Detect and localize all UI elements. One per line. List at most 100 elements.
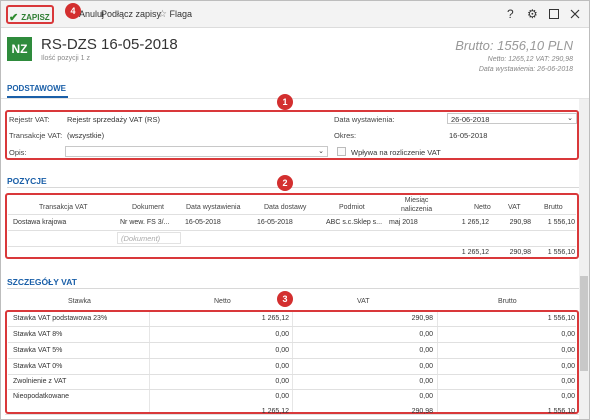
cell-transaction: Dostawa krajowa xyxy=(13,219,67,226)
col-header-entity[interactable]: Podmiot xyxy=(339,204,365,211)
positions-divider xyxy=(7,187,579,188)
vat-cell-rate: Stawka VAT 5% xyxy=(13,347,63,354)
vat-cell-netto: 0,00 xyxy=(275,331,289,338)
issue-date-label: Data wystawienia: xyxy=(334,115,395,124)
new-document-input[interactable]: (Dokument) xyxy=(117,232,181,244)
vat-col-header-netto[interactable]: Netto xyxy=(214,298,231,305)
vat-cell-rate: Zwolnienie z VAT xyxy=(13,378,67,385)
description-label: Opis: xyxy=(9,148,27,157)
vat-cell-vat: 0,00 xyxy=(419,393,433,400)
row-divider xyxy=(8,358,576,359)
checkmark-icon: ✔ xyxy=(9,12,19,24)
scrollbar-thumb[interactable] xyxy=(580,276,588,371)
cell-document: Nr wew. FS 3/... xyxy=(120,219,170,226)
row-divider xyxy=(8,374,576,375)
register-label: Rejestr VAT: xyxy=(9,115,50,124)
vat-col-divider xyxy=(149,312,150,412)
flag-button[interactable]: ☆ Flaga xyxy=(158,9,192,20)
item-count: Ilość pozycji 1 z xyxy=(41,55,91,62)
callout-badge-4: 4 xyxy=(65,3,81,19)
period-value: 16-05-2018 xyxy=(449,131,488,140)
vat-cell-rate: Stawka VAT 8% xyxy=(13,331,63,338)
vat-cell-netto: 0,00 xyxy=(275,393,289,400)
issue-date-field[interactable]: 26-06-2018 ⌄ xyxy=(447,113,577,124)
col-header-issue-date[interactable]: Data wystawienia xyxy=(186,204,240,211)
cell-month: maj 2018 xyxy=(389,219,418,226)
callout-badge-1: 1 xyxy=(277,94,293,110)
vat-cell-vat: 0,00 xyxy=(419,378,433,385)
cell-netto: 1 265,12 xyxy=(461,219,489,226)
vat-cell-netto: 0,00 xyxy=(275,378,289,385)
positions-section-title: POZYCJE xyxy=(7,176,47,186)
settlement-label: Wpływa na rozliczenie VAT xyxy=(351,148,441,157)
totals-divider xyxy=(8,246,576,247)
close-icon[interactable] xyxy=(570,8,580,22)
callout-badge-2: 2 xyxy=(277,175,293,191)
register-value: Rejestr sprzedaży VAT (RS) xyxy=(67,115,160,124)
save-button[interactable]: ✔ ZAPISZ xyxy=(9,10,50,24)
col-header-transaction[interactable]: Transakcja VAT xyxy=(39,204,88,211)
netto-vat-summary: Netto: 1265,12 VAT: 290,98 xyxy=(487,56,573,63)
period-label: Okres: xyxy=(334,131,357,140)
vat-cell-vat: 0,00 xyxy=(419,347,433,354)
vat-col-divider xyxy=(437,312,438,412)
vat-cell-brutto: 0,00 xyxy=(561,393,575,400)
col-header-brutto[interactable]: Brutto xyxy=(544,204,563,211)
vat-cell-netto: 0,00 xyxy=(275,347,289,354)
col-header-delivery-date[interactable]: Data dostawy xyxy=(264,204,306,211)
vat-cell-brutto: 0,00 xyxy=(561,331,575,338)
vertical-scrollbar[interactable] xyxy=(579,99,589,419)
vat-cell-brutto: 1 556,10 xyxy=(547,315,575,322)
vat-col-header-rate[interactable]: Stawka xyxy=(68,298,91,305)
vat-details-section-title: SZCZEGÓŁY VAT xyxy=(7,277,77,287)
total-vat: 290,98 xyxy=(509,249,531,256)
vat-cell-netto: 0,00 xyxy=(275,363,289,370)
row-divider xyxy=(8,230,576,231)
col-header-document[interactable]: Dokument xyxy=(132,204,164,211)
star-icon: ☆ xyxy=(158,9,167,20)
cell-issue-date: 16-05-2018 xyxy=(185,219,221,226)
settlement-checkbox[interactable] xyxy=(337,147,346,156)
totals-divider xyxy=(5,414,579,415)
tabs-divider xyxy=(1,98,589,99)
header-divider xyxy=(8,214,576,215)
vat-cell-brutto: 0,00 xyxy=(561,347,575,354)
positions-table-highlight xyxy=(5,193,579,259)
row-divider xyxy=(8,342,576,343)
vat-col-divider xyxy=(292,312,293,412)
total-netto: 1 265,12 xyxy=(461,249,489,256)
chevron-down-icon[interactable]: ⌄ xyxy=(567,114,573,122)
document-window: ✔ ZAPISZ Anuluj Podłącz zapisy ☆ Flaga ? … xyxy=(0,0,590,420)
vat-cell-rate: Stawka VAT podstawowa 23% xyxy=(13,315,108,322)
vat-cell-rate: Nieopodatkowane xyxy=(13,393,70,400)
col-header-netto[interactable]: Netto xyxy=(474,204,491,211)
vat-cell-vat: 0,00 xyxy=(419,363,433,370)
transactions-value: (wszystkie) xyxy=(67,131,105,140)
maximize-icon[interactable] xyxy=(549,8,559,22)
gear-icon[interactable]: ⚙ xyxy=(527,7,538,21)
vat-cell-brutto: 0,00 xyxy=(561,363,575,370)
brutto-total: Brutto: 1556,10 PLN xyxy=(455,38,573,53)
row-divider xyxy=(8,389,576,390)
issue-date-summary: Data wystawienia: 26-06-2018 xyxy=(478,66,573,73)
tab-podstawowe[interactable]: PODSTAWOWE xyxy=(7,84,66,93)
vat-total-netto: 1 265,12 xyxy=(261,408,289,415)
vat-col-header-brutto[interactable]: Brutto xyxy=(498,298,517,305)
total-brutto: 1 556,10 xyxy=(547,249,575,256)
cell-delivery-date: 16-05-2018 xyxy=(257,219,293,226)
row-divider xyxy=(8,326,576,327)
chevron-down-icon[interactable]: ⌄ xyxy=(318,147,324,155)
cell-vat: 290,98 xyxy=(509,219,531,226)
question-icon[interactable]: ? xyxy=(507,7,514,21)
document-title: RS-DZS 16-05-2018 xyxy=(41,36,178,53)
col-header-vat[interactable]: VAT xyxy=(508,204,521,211)
vat-cell-vat: 0,00 xyxy=(419,331,433,338)
cell-entity: ABC s.c.Sklep s... xyxy=(326,219,383,226)
vat-details-divider xyxy=(7,288,579,289)
callout-badge-3: 3 xyxy=(277,291,293,307)
attach-records-button[interactable]: Podłącz zapisy xyxy=(101,9,161,19)
vat-col-header-vat[interactable]: VAT xyxy=(357,298,370,305)
description-field[interactable]: ⌄ xyxy=(65,146,328,157)
transactions-label: Transakcje VAT: xyxy=(9,131,63,140)
col-header-month[interactable]: Miesiąc naliczenia xyxy=(401,196,432,214)
